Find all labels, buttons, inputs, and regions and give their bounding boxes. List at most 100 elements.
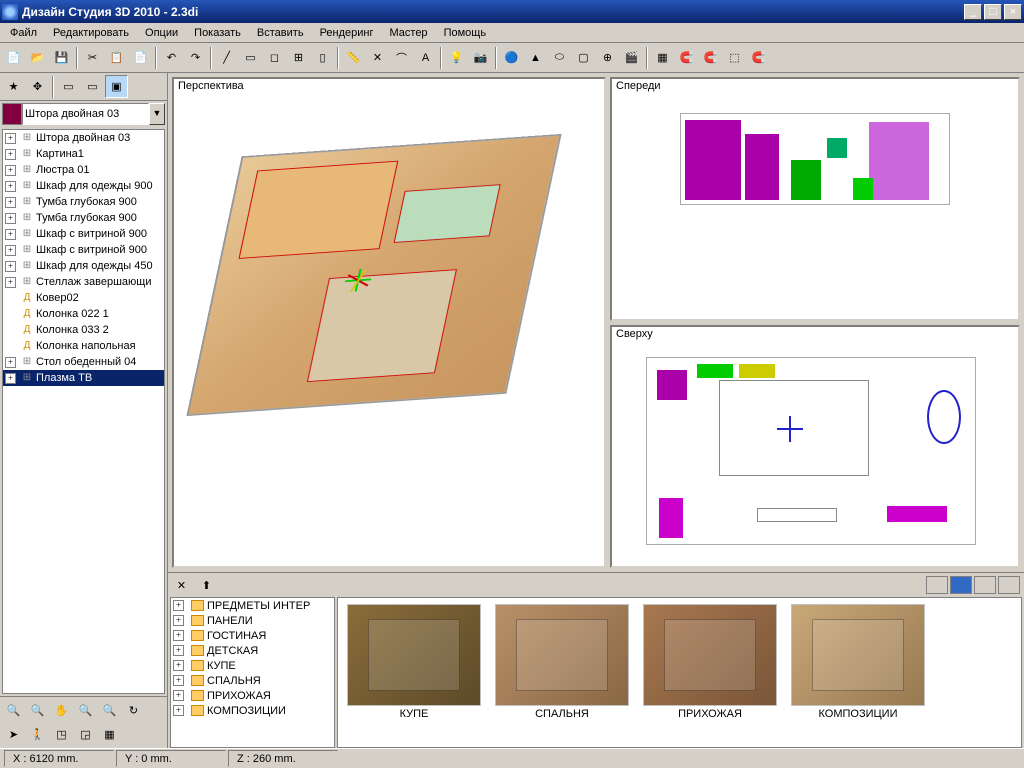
tree-item[interactable]: +⊞Штора двойная 03 xyxy=(3,130,164,146)
menu-master[interactable]: Мастер xyxy=(382,25,436,41)
snap4-icon[interactable]: 🧲 xyxy=(747,46,770,69)
up-folder-icon[interactable]: ⬆ xyxy=(195,574,218,597)
expand-icon[interactable]: + xyxy=(173,600,184,611)
thumbnail[interactable]: КОМПОЗИЦИИ xyxy=(788,604,928,741)
copy-icon[interactable]: 📋 xyxy=(105,46,128,69)
expand-icon[interactable]: + xyxy=(173,645,184,656)
color-swatch[interactable] xyxy=(2,103,22,125)
expand-icon[interactable]: + xyxy=(5,197,16,208)
new-icon[interactable]: 📄 xyxy=(2,46,25,69)
menu-file[interactable]: Файл xyxy=(2,25,45,41)
measure-icon[interactable]: 📏 xyxy=(342,46,365,69)
category-item[interactable]: +ГОСТИНАЯ xyxy=(171,628,334,643)
tree-item[interactable]: ДКолонка напольная xyxy=(3,338,164,354)
tree-item[interactable]: +⊞Стол обеденный 04 xyxy=(3,354,164,370)
view2-icon[interactable]: ◲ xyxy=(74,723,97,746)
menu-show[interactable]: Показать xyxy=(186,25,249,41)
expand-icon[interactable]: + xyxy=(5,133,16,144)
object-combo[interactable]: Штора двойная 03 xyxy=(22,103,149,125)
play-icon[interactable]: 🎬 xyxy=(620,46,643,69)
zoom-fit-icon[interactable]: 🔍 xyxy=(98,699,121,722)
tree-item[interactable]: +⊞Люстра 01 xyxy=(3,162,164,178)
expand-icon[interactable]: + xyxy=(5,181,16,192)
expand-icon[interactable]: + xyxy=(5,165,16,176)
zoom-in-icon[interactable]: 🔍 xyxy=(26,699,49,722)
zoom-window-icon[interactable]: 🔍 xyxy=(74,699,97,722)
view3-icon[interactable]: ▦ xyxy=(98,723,121,746)
snap1-icon[interactable]: 🧲 xyxy=(675,46,698,69)
chevron-down-icon[interactable]: ▼ xyxy=(149,103,165,125)
category-item[interactable]: +ПРЕДМЕТЫ ИНТЕР xyxy=(171,598,334,613)
thumbnail[interactable]: КУПЕ xyxy=(344,604,484,741)
expand-icon[interactable]: + xyxy=(5,261,16,272)
thumbnail[interactable]: СПАЛЬНЯ xyxy=(492,604,632,741)
category-tree[interactable]: +ПРЕДМЕТЫ ИНТЕР+ПАНЕЛИ+ГОСТИНАЯ+ДЕТСКАЯ+… xyxy=(170,597,335,748)
text-icon[interactable]: A xyxy=(414,46,437,69)
expand-icon[interactable]: + xyxy=(173,690,184,701)
cylinder-icon[interactable]: ⬭ xyxy=(548,46,571,69)
tree-item[interactable]: +⊞Плазма ТВ xyxy=(3,370,164,386)
redo-icon[interactable]: ↷ xyxy=(184,46,207,69)
cut-icon[interactable]: ✂ xyxy=(81,46,104,69)
target-icon[interactable]: ⊕ xyxy=(596,46,619,69)
top-canvas[interactable] xyxy=(612,343,1018,567)
menu-edit[interactable]: Редактировать xyxy=(45,25,137,41)
expand-icon[interactable]: + xyxy=(173,675,184,686)
paste-icon[interactable]: 📄 xyxy=(129,46,152,69)
snap2-icon[interactable]: 🧲 xyxy=(699,46,722,69)
render-icon[interactable]: 🔵 xyxy=(500,46,523,69)
layout-tab-4[interactable] xyxy=(998,576,1020,594)
expand-icon[interactable]: + xyxy=(5,245,16,256)
front-canvas[interactable] xyxy=(612,95,1018,319)
expand-icon[interactable]: + xyxy=(173,630,184,641)
tree-item[interactable]: +⊞Тумба глубокая 900 xyxy=(3,194,164,210)
view1-icon[interactable]: ◳ xyxy=(50,723,73,746)
tree-item[interactable]: ДКолонка 033 2 xyxy=(3,322,164,338)
zoom-all-icon[interactable]: 🔍 xyxy=(2,699,25,722)
layout-tab-2[interactable] xyxy=(950,576,972,594)
expand-icon[interactable]: + xyxy=(5,213,16,224)
panel-mode1-icon[interactable]: ▭ xyxy=(57,75,80,98)
tree-item[interactable]: +⊞Тумба глубокая 900 xyxy=(3,210,164,226)
undo-icon[interactable]: ↶ xyxy=(160,46,183,69)
move-mode-icon[interactable]: ✥ xyxy=(26,75,49,98)
panel-mode3-icon[interactable]: ▣ xyxy=(105,75,128,98)
tree-item[interactable]: ДКолонка 022 1 xyxy=(3,306,164,322)
thumbnail[interactable]: ПРИХОЖАЯ xyxy=(640,604,780,741)
orbit-icon[interactable]: ↻ xyxy=(122,699,145,722)
tree-item[interactable]: +⊞Стеллаж завершающи xyxy=(3,274,164,290)
door-icon[interactable]: ▯ xyxy=(311,46,334,69)
square-icon[interactable]: ◻ xyxy=(263,46,286,69)
tree-item[interactable]: +⊞Шкаф для одежды 450 xyxy=(3,258,164,274)
expand-icon[interactable]: + xyxy=(5,149,16,160)
arc-icon[interactable]: ⌒ xyxy=(390,46,413,69)
expand-icon[interactable]: + xyxy=(5,357,16,368)
expand-icon[interactable]: + xyxy=(173,615,184,626)
category-item[interactable]: +КОМПОЗИЦИИ xyxy=(171,703,334,718)
category-item[interactable]: +ПАНЕЛИ xyxy=(171,613,334,628)
perspective-viewport[interactable]: Перспектива xyxy=(172,77,606,568)
front-viewport[interactable]: Спереди xyxy=(610,77,1020,321)
category-item[interactable]: +ПРИХОЖАЯ xyxy=(171,688,334,703)
select-mode-icon[interactable]: ★ xyxy=(2,75,25,98)
compass-icon[interactable]: ✕ xyxy=(366,46,389,69)
layout-tab-1[interactable] xyxy=(926,576,948,594)
close-button[interactable]: × xyxy=(1004,4,1022,20)
grid-icon[interactable]: ▦ xyxy=(651,46,674,69)
open-icon[interactable]: 📂 xyxy=(26,46,49,69)
expand-icon[interactable]: + xyxy=(5,373,16,384)
menu-help[interactable]: Помощь xyxy=(436,25,495,41)
tree-item[interactable]: ДКовер02 xyxy=(3,290,164,306)
tree-item[interactable]: +⊞Шкаф с витриной 900 xyxy=(3,226,164,242)
maximize-button[interactable]: □ xyxy=(984,4,1002,20)
minimize-button[interactable]: _ xyxy=(964,4,982,20)
category-item[interactable]: +СПАЛЬНЯ xyxy=(171,673,334,688)
window-icon[interactable]: ⊞ xyxy=(287,46,310,69)
box-icon[interactable]: ▢ xyxy=(572,46,595,69)
cone-icon[interactable]: ▲ xyxy=(524,46,547,69)
category-item[interactable]: +ДЕТСКАЯ xyxy=(171,643,334,658)
menu-render[interactable]: Рендеринг xyxy=(312,25,382,41)
walk-icon[interactable]: 🚶 xyxy=(26,723,49,746)
menu-insert[interactable]: Вставить xyxy=(249,25,312,41)
top-viewport[interactable]: Сверху xyxy=(610,325,1020,569)
